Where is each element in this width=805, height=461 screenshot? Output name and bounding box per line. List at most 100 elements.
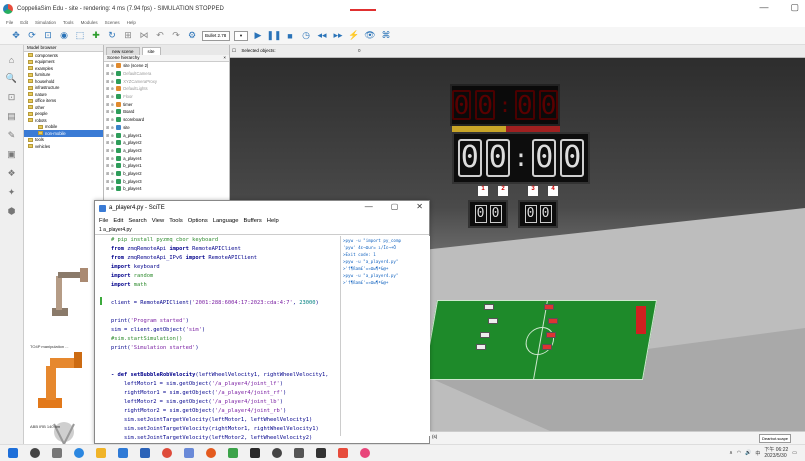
collections-icon[interactable]: ❖	[7, 168, 15, 179]
scite-maximize-button[interactable]: ▢	[391, 202, 399, 211]
browser-icon[interactable]	[360, 448, 370, 458]
scite-menu-options[interactable]: Options	[188, 218, 208, 224]
task-view-icon[interactable]	[52, 448, 62, 458]
expand-icon[interactable]: ⊞ ⊕	[106, 125, 114, 130]
scite-menu-file[interactable]: File	[99, 218, 108, 224]
scite-menu-edit[interactable]: Edit	[113, 218, 123, 224]
scite-menu-help[interactable]: Help	[267, 218, 279, 224]
scene-object-row[interactable]: ⊞ ⊕ DefaultCamera	[104, 70, 229, 78]
expand-icon[interactable]: ⊞ ⊕	[106, 148, 114, 153]
engine-icon[interactable]: ⚙	[186, 30, 198, 42]
scite-menu-tools[interactable]: Tools	[169, 218, 183, 224]
scite-menu-buffers[interactable]: Buffers	[244, 218, 262, 224]
camera-icon[interactable]: ◉	[58, 30, 70, 42]
file-explorer-icon[interactable]	[96, 448, 106, 458]
scene-object-row[interactable]: ⊞ ⊕ scoreboard	[104, 116, 229, 124]
robot-player[interactable]	[544, 304, 554, 310]
windows-start-icon[interactable]	[8, 448, 18, 458]
menu-help[interactable]: Help	[127, 20, 136, 25]
slow-icon[interactable]: ◂◂	[316, 30, 328, 42]
github-icon[interactable]	[272, 448, 282, 458]
scene-object-row[interactable]: ⊞ ⊕ a_player1	[104, 131, 229, 139]
settings-icon[interactable]	[294, 448, 304, 458]
expand-icon[interactable]: ⊞ ⊕	[106, 179, 114, 184]
menu-modules[interactable]: Modules	[81, 20, 98, 25]
edge-icon[interactable]	[74, 448, 84, 458]
expand-icon[interactable]: ⊞ ⊕	[106, 140, 114, 145]
select-icon[interactable]: ⬚	[74, 30, 86, 42]
scene-object-row[interactable]: ⊞ ⊕ Board	[104, 108, 229, 116]
scite-output-pane[interactable]: >pyw -u "import py_comp 'pyw' 4ε¬Ωur= ı/Î…	[340, 236, 430, 436]
toggle-view-icon[interactable]: ⌘	[380, 30, 392, 42]
expand-icon[interactable]: ⊞ ⊕	[106, 63, 114, 68]
notification-icon[interactable]: ▭	[792, 450, 797, 456]
scite-menu-view[interactable]: View	[152, 218, 164, 224]
expand-icon[interactable]: ⊞ ⊕	[106, 94, 114, 99]
rotate-object-icon[interactable]: ↻	[106, 30, 118, 42]
expand-icon[interactable]: ⊞ ⊕	[106, 109, 114, 114]
move-icon[interactable]: ✚	[90, 30, 102, 42]
scene-object-row[interactable]: ⊞ ⊕ DefaultLights	[104, 85, 229, 93]
scite-minimize-button[interactable]: —	[365, 202, 373, 211]
robot-player[interactable]	[548, 318, 558, 324]
scene-object-row[interactable]: ⊞ ⊕ a_player2	[104, 139, 229, 147]
model-folder-item[interactable]: vehicles	[24, 143, 103, 150]
scene-object-row[interactable]: ⊞ ⊕ b_player4	[104, 185, 229, 193]
assemble-icon[interactable]: ⊞	[122, 30, 134, 42]
robot-player[interactable]	[480, 332, 490, 338]
robot-player[interactable]	[488, 318, 498, 324]
tab-site[interactable]: site	[141, 47, 161, 55]
dt-select[interactable]: ▾	[234, 30, 248, 41]
terminal-icon[interactable]	[250, 448, 260, 458]
scene-object-row[interactable]: ⊞ ⊕ site	[104, 124, 229, 132]
pan-icon[interactable]: ✥	[10, 30, 22, 42]
expand-icon[interactable]: ⊞ ⊕	[106, 171, 114, 176]
scite-taskbar-icon[interactable]	[184, 448, 194, 458]
fast-icon[interactable]: ▸▸	[332, 30, 344, 42]
scene-object-row[interactable]: ⊞ ⊕ site (scene 2)	[104, 62, 229, 70]
play-icon[interactable]: ▶	[252, 30, 264, 42]
firefox-icon[interactable]	[206, 448, 216, 458]
scene-object-row[interactable]: ⊞ ⊕ XYZCameraProxy	[104, 77, 229, 85]
language-indicator[interactable]: 中	[755, 450, 760, 457]
undo-icon[interactable]: ↶	[154, 30, 166, 42]
menu-simulation[interactable]: Simulation	[35, 20, 56, 25]
notepad-icon[interactable]	[140, 448, 150, 458]
expand-icon[interactable]: ⊞ ⊕	[106, 156, 114, 161]
app-icon[interactable]	[316, 448, 326, 458]
expand-icon[interactable]: ⊞ ⊕	[106, 86, 114, 91]
shapes-icon[interactable]: ⬢	[8, 206, 16, 217]
scene-object-row[interactable]: ⊞ ⊕ Floor	[104, 93, 229, 101]
clock[interactable]: 下午 06:22 2023/5/30	[764, 447, 788, 459]
scene-object-row[interactable]: ⊞ ⊕ b_player2	[104, 170, 229, 178]
layers-icon[interactable]: ▤	[7, 111, 16, 122]
wifi-icon[interactable]: ◠	[737, 450, 741, 456]
thread-icon[interactable]: ⚡	[348, 30, 360, 42]
scite-buffer-tab[interactable]: 1 a_player4.py	[95, 226, 429, 235]
search-icon[interactable]: 🔍	[6, 73, 17, 84]
stop-icon[interactable]: ■	[284, 30, 296, 42]
scene-object-row[interactable]: ⊞ ⊕ a_player4	[104, 154, 229, 162]
scene-object-row[interactable]: ⊞ ⊕ timer	[104, 100, 229, 108]
store-icon[interactable]	[118, 448, 128, 458]
physics-engine-select[interactable]: Bullet 2.78	[202, 30, 230, 41]
fit-icon[interactable]: ⊡	[42, 30, 54, 42]
selected-objects-checkbox[interactable]: ☐	[232, 48, 236, 53]
scripts-icon[interactable]: ✦	[8, 187, 16, 198]
scite-menu-search[interactable]: Search	[128, 218, 146, 224]
fit-view-icon[interactable]: ⊡	[8, 92, 16, 103]
expand-icon[interactable]: ⊞ ⊕	[106, 79, 114, 84]
transfer-dna-icon[interactable]: ⋈	[138, 30, 150, 42]
close-icon[interactable]: ×	[223, 55, 226, 60]
minimize-button[interactable]: —	[759, 2, 768, 13]
menu-tools[interactable]: Tools	[63, 20, 74, 25]
robot-player[interactable]	[484, 304, 494, 310]
menu-edit[interactable]: Edit	[20, 20, 28, 25]
scite-menu-language[interactable]: Language	[213, 218, 239, 224]
calc-modules-icon[interactable]: ▣	[7, 149, 16, 160]
robot-player[interactable]	[546, 332, 556, 338]
maximize-button[interactable]: ▢	[790, 2, 799, 13]
expand-icon[interactable]: ⊞ ⊕	[106, 186, 114, 191]
scene-icon[interactable]: ⌂	[9, 55, 14, 65]
chrome-icon[interactable]	[162, 448, 172, 458]
